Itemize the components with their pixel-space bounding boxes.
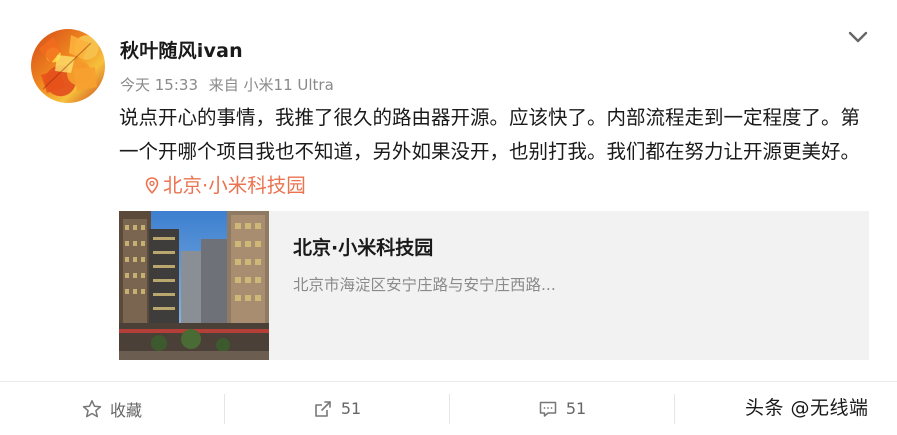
avatar[interactable] (31, 29, 105, 103)
location-tag-label: 北京·小米科技园 (163, 174, 306, 197)
username[interactable]: 秋叶随风ivan (120, 36, 243, 63)
comment-count: 51 (565, 399, 587, 418)
location-thumbnail (119, 211, 269, 360)
repost-count: 51 (340, 399, 362, 418)
weibo-post-card: 秋叶随风ivan 今天 15:33 来自 小米11 Ultra 说点开心的事情，… (0, 0, 897, 435)
autumn-leaves-image (39, 35, 97, 93)
location-card-title: 北京·小米科技园 (293, 237, 434, 259)
location-card[interactable]: 北京·小米科技园 北京市海淀区安宁庄路与安宁庄西路... (119, 211, 869, 360)
star-icon (82, 399, 102, 417)
favorite-label: 收藏 (109, 400, 142, 420)
post-meta: 今天 15:33 来自 小米11 Ultra (120, 74, 340, 95)
location-tag[interactable]: 北京·小米科技园 (145, 174, 306, 197)
comment-icon (539, 401, 557, 417)
location-pin-icon (145, 177, 159, 194)
location-card-address: 北京市海淀区安宁庄路与安宁庄西路... (293, 276, 556, 294)
post-source: 来自 小米11 Ultra (208, 76, 334, 94)
watermark: 头条 @无线端 (745, 397, 869, 419)
post-time: 今天 15:33 (120, 76, 198, 94)
post-text: 说点开心的事情，我推了很久的路由器开源。应该快了。内部流程走到一定程度了。第一个… (119, 106, 861, 163)
post-content: 说点开心的事情，我推了很久的路由器开源。应该快了。内部流程走到一定程度了。第一个… (119, 101, 879, 203)
favorite-button[interactable]: 收藏 (0, 382, 224, 435)
repost-icon (315, 400, 331, 417)
repost-button[interactable]: 51 (225, 382, 449, 435)
chevron-down-icon[interactable] (847, 29, 869, 45)
comment-button[interactable]: 51 (450, 382, 674, 435)
